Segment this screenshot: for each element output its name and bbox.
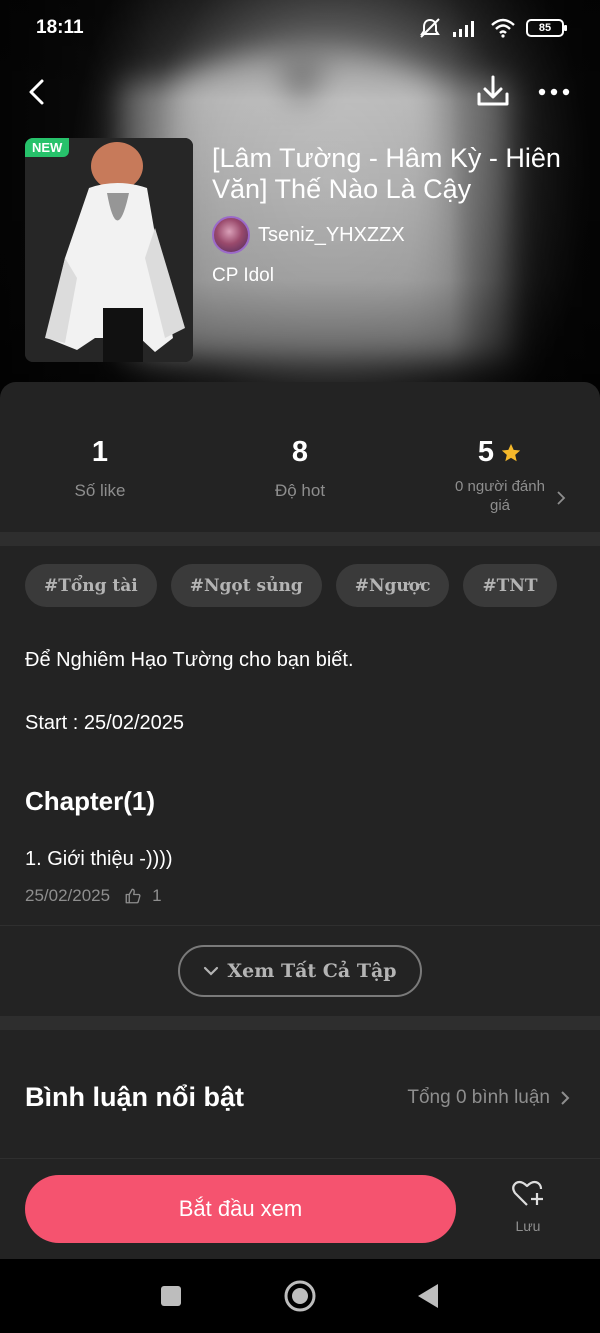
more-options-button[interactable] [534,72,574,110]
stat-hot: 8 Độ hot [200,436,400,501]
chapter-date: 25/02/2025 [25,886,111,905]
chapter-likes: 1 [152,886,162,905]
chapter-heading: Chapter(1) [25,786,156,816]
more-dots-icon [538,88,570,96]
author-name: Tseniz_YHXZZX [258,223,405,246]
stat-rating-value-row: 5 [400,436,600,469]
stat-rating[interactable]: 5 0 người đánh giá [400,436,600,515]
tag-chip[interactable]: #Ngọt sủng [170,564,322,607]
see-all-chapters-button[interactable]: Xem Tất Cả Tập [178,945,422,997]
chapter-separator [0,925,600,926]
signal-icon [453,21,474,37]
book-category[interactable]: CP Idol [212,265,274,287]
comments-total-label: Tổng 0 bình luận [407,1087,550,1108]
battery-level: 85 [538,22,552,34]
save-label: Lưu [515,1218,541,1234]
top-navigation [0,64,600,120]
chapter-item-title[interactable]: 1. Giới thiệu -)))) [25,848,173,871]
stat-rating-label: 0 người đánh giá [455,478,545,514]
see-all-label: Xem Tất Cả Tập [227,960,397,982]
mute-icon [420,18,440,38]
recent-apps-button[interactable] [154,1279,188,1313]
chevron-right-icon [561,1091,570,1105]
back-button[interactable] [20,74,56,110]
chapter-item-meta: 25/02/2025 1 [25,886,162,906]
home-button[interactable] [283,1279,317,1313]
author-row[interactable]: Tseniz_YHXZZX [212,216,405,254]
stat-rating-value: 5 [477,436,495,468]
system-navigation-bar [0,1259,600,1333]
stat-hot-label: Độ hot [274,481,326,500]
start-reading-button[interactable]: Bắt đầu xem [25,1175,456,1243]
section-divider [0,532,600,546]
tag-chip[interactable]: #Ngược [335,564,450,607]
nav-square-icon [161,1286,181,1306]
stat-hot-value: 8 [291,436,309,468]
wifi-icon [491,18,515,38]
stat-likes-label: Số like [74,481,126,500]
bottom-action-bar: Bắt đầu xem Lưu [0,1159,600,1259]
avatar [212,216,250,254]
comments-total-link[interactable]: Tổng 0 bình luận [407,1087,570,1109]
stats-panel: 1 Số like 8 Độ hot 5 0 người đánh giá [0,382,600,532]
cover-image [25,138,193,362]
stat-likes: 1 Số like [0,436,200,501]
thumbs-up-icon [125,888,141,904]
nav-back-icon [418,1284,438,1308]
stat-likes-value: 1 [91,436,109,468]
heart-plus-icon [512,1180,543,1206]
description-line-2: Start : 25/02/2025 [25,712,185,734]
section-divider [0,1016,600,1030]
comments-title: Bình luận nổi bật [25,1082,244,1112]
chevron-down-icon [204,966,219,976]
book-title: [Lâm Tường - Hâm Kỳ - Hiên Văn] Thế Nào … [212,143,561,204]
nav-home-icon [284,1280,316,1312]
status-bar: 18:11 85 [0,0,600,56]
star-icon [501,443,521,461]
description-line-1: Để Nghiêm Hạo Tường cho bạn biết. [25,649,354,671]
back-arrow-icon [29,79,44,105]
tag-list: #Tổng tài #Ngọt sủng #Ngược #TNT [25,564,557,607]
status-time: 18:11 [36,17,84,38]
status-icons: 85 [418,17,567,39]
new-badge: NEW [25,138,70,157]
download-icon [477,75,509,106]
battery-indicator: 85 [526,19,567,37]
tag-chip[interactable]: #Tổng tài [25,564,157,607]
download-button[interactable] [474,72,512,110]
tag-chip[interactable]: #TNT [463,564,557,607]
chevron-right-icon [557,491,566,505]
system-back-button[interactable] [412,1279,446,1313]
save-button[interactable]: Lưu [498,1179,558,1249]
book-cover[interactable] [25,138,193,362]
